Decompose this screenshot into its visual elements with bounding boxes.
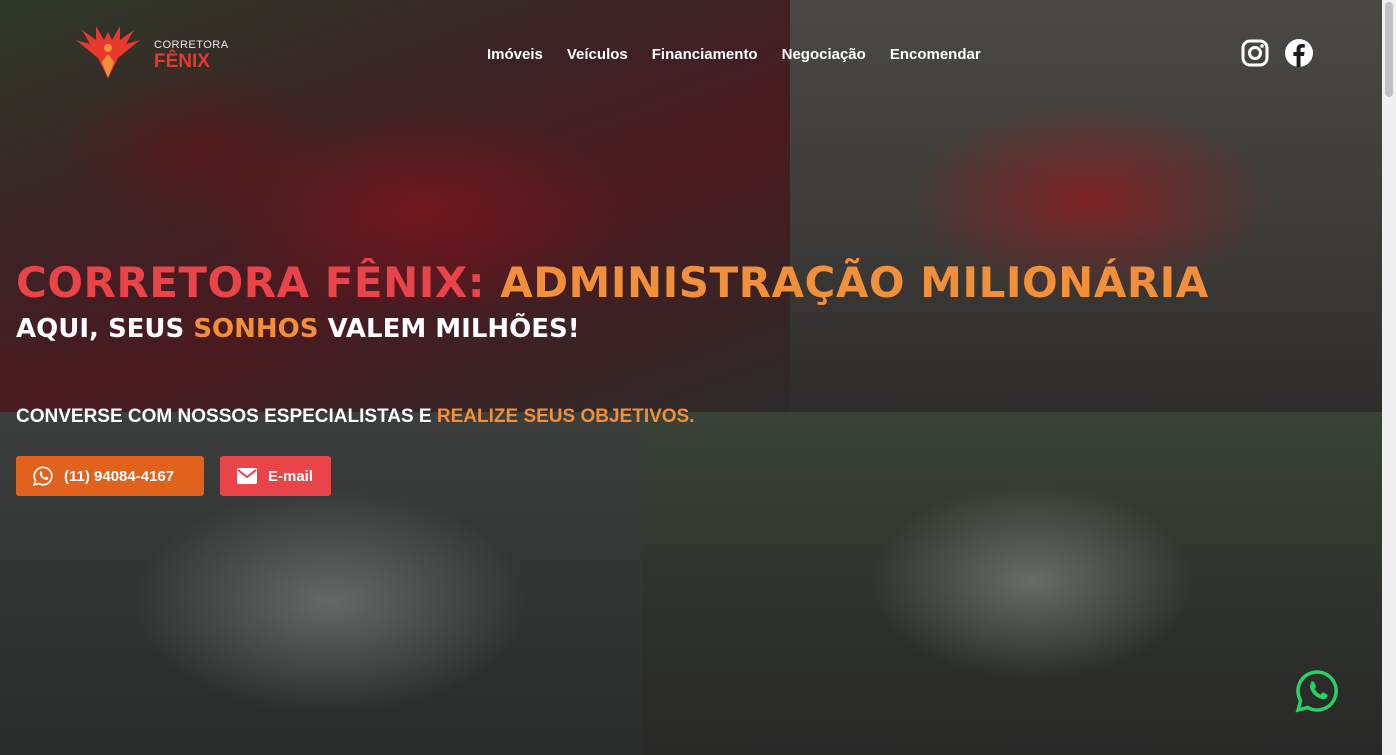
- cta-part1: CONVERSE COM NOSSOS ESPECIALISTAS E: [16, 406, 432, 427]
- email-button[interactable]: E-mail: [220, 456, 331, 496]
- page-scrollbar[interactable]: [1382, 0, 1396, 755]
- phone-label: (11) 94084-4167: [64, 467, 175, 485]
- floating-whatsapp-icon[interactable]: [1295, 669, 1339, 713]
- hero-cta-text: CONVERSE COM NOSSOS ESPECIALISTAS E REAL…: [16, 406, 695, 428]
- hero-headline: CORRETORA FÊNIX: ADMINISTRAÇÃO MILIONÁRI…: [16, 258, 1209, 307]
- logo-title: FÊNIX: [154, 51, 210, 72]
- logo-caption: CORRETORA: [154, 39, 229, 51]
- main-nav: Imóveis Veículos Financiamento Negociaçã…: [487, 46, 981, 63]
- sub-part1: AQUI, SEUS: [16, 314, 185, 344]
- brand-logo[interactable]: CORRETORA FÊNIX: [68, 18, 228, 86]
- whatsapp-icon: [33, 466, 53, 486]
- sub-highlight: SONHOS: [193, 314, 319, 344]
- headline-tagline: ADMINISTRAÇÃO MILIONÁRIA: [500, 258, 1209, 307]
- nav-item-negociacao[interactable]: Negociação: [782, 46, 866, 63]
- social-links: [1240, 38, 1314, 68]
- hero-subheadline: AQUI, SEUS SONHOS VALEM MILHÕES!: [16, 314, 580, 344]
- whatsapp-phone-button[interactable]: (11) 94084-4167: [16, 456, 204, 496]
- cta-highlight: REALIZE SEUS OBJETIVOS.: [436, 406, 695, 427]
- nav-item-veiculos[interactable]: Veículos: [567, 46, 628, 63]
- nav-item-financiamento[interactable]: Financiamento: [652, 46, 758, 63]
- scrollbar-thumb[interactable]: [1385, 2, 1393, 97]
- envelope-icon: [237, 468, 257, 484]
- facebook-icon[interactable]: [1284, 38, 1314, 68]
- email-label: E-mail: [268, 467, 314, 485]
- nav-item-imoveis[interactable]: Imóveis: [487, 46, 543, 63]
- hero-photo-white-onix: [642, 412, 1382, 755]
- instagram-icon[interactable]: [1240, 38, 1270, 68]
- nav-item-encomendar[interactable]: Encomendar: [890, 46, 981, 63]
- phoenix-logo-icon: [76, 26, 140, 78]
- sub-part2: VALEM MILHÕES!: [327, 314, 580, 344]
- headline-brand: CORRETORA FÊNIX:: [16, 258, 486, 307]
